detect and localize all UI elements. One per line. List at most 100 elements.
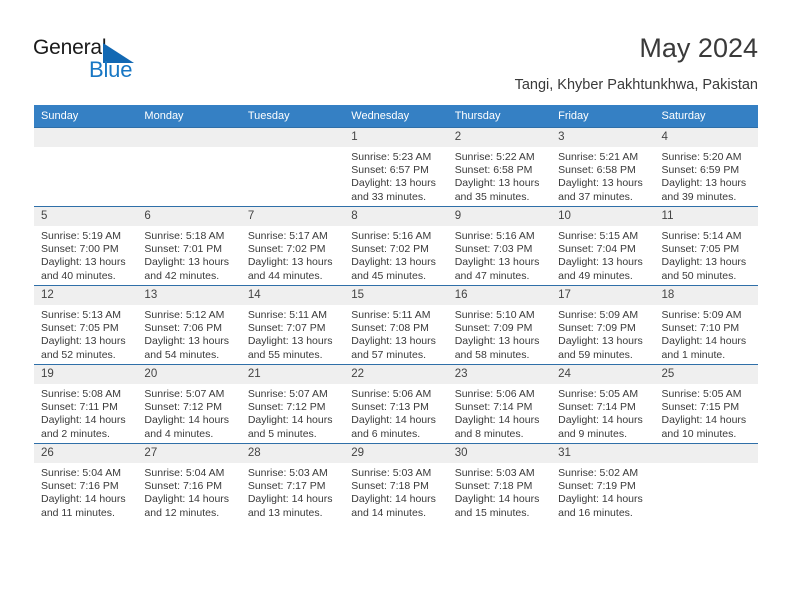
day-cell-inner: 17 Sunrise: 5:09 AM Sunset: 7:09 PM Dayligh… [551,286,655,364]
calendar-day-cell[interactable]: 24 Sunrise: 5:05 AM Sunset: 7:14 PM Dayligh… [551,364,655,444]
sunrise-time: Sunrise: 5:04 AM [41,467,121,479]
day-details: Sunrise: 5:15 AM Sunset: 7:04 PM Daylight:… [551,226,654,283]
weekday-header-sunday: Sunday [34,105,138,128]
calendar-day-cell[interactable]: 22 Sunrise: 5:06 AM Sunset: 7:13 PM Dayligh… [344,364,448,444]
daylight-duration-line1: Daylight: 14 hours [247,414,333,427]
calendar-day-cell[interactable]: 29 Sunrise: 5:03 AM Sunset: 7:18 PM Dayligh… [344,443,448,522]
day-number: 27 [137,444,241,463]
day-details: Sunrise: 5:05 AM Sunset: 7:14 PM Daylight:… [551,384,654,441]
calendar-day-cell[interactable]: 10 Sunrise: 5:15 AM Sunset: 7:04 PM Dayligh… [551,206,655,286]
daylight-duration-line1: Daylight: 13 hours [661,177,747,190]
calendar-day-cell[interactable]: 14 Sunrise: 5:11 AM Sunset: 7:07 PM Dayligh… [240,285,345,365]
daylight-duration-line2: and 47 minutes. [454,269,530,282]
calendar-day-cell[interactable]: 15 Sunrise: 5:11 AM Sunset: 7:08 PM Dayligh… [344,285,448,365]
calendar-day-cell[interactable]: 9 Sunrise: 5:16 AM Sunset: 7:03 PM Daylight… [447,206,552,286]
day-number: 15 [344,286,448,305]
daylight-duration-line2: and 6 minutes. [351,427,421,440]
page-header: General Blue May 2024 Tangi, Khyber Pakh… [0,0,792,104]
sunset-time: Sunset: 7:05 PM [41,322,119,335]
calendar-day-cell[interactable]: 5 Sunrise: 5:19 AM Sunset: 7:00 PM Daylight… [34,206,138,286]
day-number: 13 [137,286,241,305]
daylight-duration-line2: and 50 minutes. [661,269,737,282]
calendar-day-cell[interactable]: 16 Sunrise: 5:10 AM Sunset: 7:09 PM Dayligh… [447,285,552,365]
day-number: 25 [654,365,758,384]
calendar-day-cell[interactable]: 2 Sunrise: 5:22 AM Sunset: 6:58 PM Daylight… [447,127,552,207]
daylight-duration-line1: Daylight: 14 hours [661,414,747,427]
calendar-day-cell[interactable]: 31 Sunrise: 5:02 AM Sunset: 7:19 PM Dayligh… [551,443,655,522]
sunset-time: Sunset: 7:02 PM [351,243,429,256]
sunset-time: Sunset: 6:57 PM [351,164,429,177]
calendar-day-cell[interactable]: 18 Sunrise: 5:09 AM Sunset: 7:10 PM Dayligh… [654,285,758,365]
daylight-duration-line2: and 4 minutes. [144,427,214,440]
daylight-duration-line2: and 14 minutes. [351,506,426,519]
day-cell-inner: 26 Sunrise: 5:04 AM Sunset: 7:16 PM Dayligh… [34,444,138,522]
calendar-day-cell[interactable]: 8 Sunrise: 5:16 AM Sunset: 7:02 PM Daylight… [344,206,448,286]
calendar-day-cell[interactable]: 21 Sunrise: 5:07 AM Sunset: 7:12 PM Dayligh… [240,364,345,444]
calendar-day-cell[interactable]: 19 Sunrise: 5:08 AM Sunset: 7:11 PM Dayligh… [34,364,138,444]
daylight-duration-line2: and 11 minutes. [41,506,115,519]
daylight-duration-line1: Daylight: 14 hours [351,414,436,427]
calendar-week-row: 26 Sunrise: 5:04 AM Sunset: 7:16 PM Dayligh… [34,443,758,522]
day-number: 9 [447,207,552,226]
daylight-duration-line1: Daylight: 14 hours [558,414,643,427]
sunrise-time: Sunrise: 5:20 AM [661,151,742,163]
sunset-time: Sunset: 7:12 PM [247,401,326,414]
daylight-duration-line1: Daylight: 14 hours [41,493,126,506]
day-cell-inner [654,444,758,522]
calendar-day-cell[interactable]: 1 Sunrise: 5:23 AM Sunset: 6:57 PM Daylight… [344,127,448,207]
sunrise-time: Sunrise: 5:22 AM [454,151,535,163]
calendar-day-cell[interactable]: 6 Sunrise: 5:18 AM Sunset: 7:01 PM Daylight… [137,206,241,286]
calendar-day-cell[interactable]: 27 Sunrise: 5:04 AM Sunset: 7:16 PM Dayligh… [137,443,241,522]
calendar-day-cell[interactable]: 4 Sunrise: 5:20 AM Sunset: 6:59 PM Daylight… [654,127,758,207]
day-details: Sunrise: 5:09 AM Sunset: 7:09 PM Daylight:… [551,305,654,362]
calendar-day-cell[interactable]: 23 Sunrise: 5:06 AM Sunset: 7:14 PM Dayligh… [447,364,552,444]
daylight-duration-line2: and 1 minute. [661,348,726,361]
weekday-header-monday: Monday [137,105,241,128]
daylight-duration-line2: and 15 minutes. [454,506,530,519]
daylight-duration-line1: Daylight: 14 hours [351,493,436,506]
day-details: Sunrise: 5:23 AM Sunset: 6:57 PM Daylight:… [344,147,447,204]
calendar-week-row: 19 Sunrise: 5:08 AM Sunset: 7:11 PM Dayligh… [34,364,758,444]
calendar-day-cell[interactable]: 3 Sunrise: 5:21 AM Sunset: 6:58 PM Daylight… [551,127,655,207]
calendar-day-cell[interactable]: 11 Sunrise: 5:14 AM Sunset: 7:05 PM Dayligh… [654,206,758,286]
daylight-duration-line2: and 39 minutes. [661,190,737,203]
sunrise-time: Sunrise: 5:06 AM [454,388,535,400]
sunrise-time: Sunrise: 5:19 AM [41,230,121,242]
day-details: Sunrise: 5:17 AM Sunset: 7:02 PM Daylight:… [241,226,344,283]
day-cell-inner: 20 Sunrise: 5:07 AM Sunset: 7:12 PM Dayligh… [137,365,241,443]
calendar-day-cell[interactable]: 17 Sunrise: 5:09 AM Sunset: 7:09 PM Dayligh… [551,285,655,365]
day-number: 23 [447,365,552,384]
day-details: Sunrise: 5:06 AM Sunset: 7:14 PM Daylight:… [448,384,551,441]
sunset-time: Sunset: 7:06 PM [144,322,223,335]
sunset-time: Sunset: 7:12 PM [144,401,223,414]
calendar-day-cell[interactable]: 25 Sunrise: 5:05 AM Sunset: 7:15 PM Dayligh… [654,364,758,444]
calendar-day-cell[interactable]: 12 Sunrise: 5:13 AM Sunset: 7:05 PM Dayligh… [34,285,138,365]
sunrise-time: Sunrise: 5:03 AM [351,467,432,479]
day-cell-inner: 10 Sunrise: 5:15 AM Sunset: 7:04 PM Dayligh… [551,207,655,285]
calendar-day-cell[interactable]: 30 Sunrise: 5:03 AM Sunset: 7:18 PM Dayligh… [447,443,552,522]
calendar-day-cell[interactable]: 13 Sunrise: 5:12 AM Sunset: 7:06 PM Dayligh… [137,285,241,365]
calendar-day-cell[interactable]: 28 Sunrise: 5:03 AM Sunset: 7:17 PM Dayligh… [240,443,345,522]
daylight-duration-line2: and 16 minutes. [558,506,633,519]
general-blue-logo[interactable]: General Blue [33,36,173,84]
day-cell-inner: 19 Sunrise: 5:08 AM Sunset: 7:11 PM Dayligh… [34,365,138,443]
calendar-day-cell[interactable]: 20 Sunrise: 5:07 AM Sunset: 7:12 PM Dayligh… [137,364,241,444]
day-number: 19 [34,365,138,384]
sunset-time: Sunset: 7:04 PM [558,243,636,256]
calendar-day-cell[interactable]: 7 Sunrise: 5:17 AM Sunset: 7:02 PM Daylight… [240,206,345,286]
daylight-duration-line2: and 49 minutes. [558,269,633,282]
day-details: Sunrise: 5:07 AM Sunset: 7:12 PM Daylight:… [137,384,240,441]
day-details: Sunrise: 5:04 AM Sunset: 7:16 PM Daylight:… [34,463,137,520]
day-number: 11 [654,207,758,226]
sunrise-time: Sunrise: 5:16 AM [351,230,432,242]
day-cell-inner: 18 Sunrise: 5:09 AM Sunset: 7:10 PM Dayligh… [654,286,758,364]
day-number: 14 [240,286,345,305]
calendar-header-row: Sunday Monday Tuesday Wednesday Thursday Frid… [34,105,758,128]
daylight-duration-line1: Daylight: 13 hours [351,177,436,190]
sunset-time: Sunset: 7:08 PM [351,322,429,335]
day-details: Sunrise: 5:16 AM Sunset: 7:03 PM Daylight:… [448,226,551,283]
day-cell-inner: 7 Sunrise: 5:17 AM Sunset: 7:02 PM Daylight… [240,207,345,285]
calendar-day-cell[interactable]: 26 Sunrise: 5:04 AM Sunset: 7:16 PM Dayligh… [34,443,138,522]
daylight-duration-line2: and 45 minutes. [351,269,426,282]
calendar-week-row: 1 Sunrise: 5:23 AM Sunset: 6:57 PM Daylight… [34,127,758,207]
